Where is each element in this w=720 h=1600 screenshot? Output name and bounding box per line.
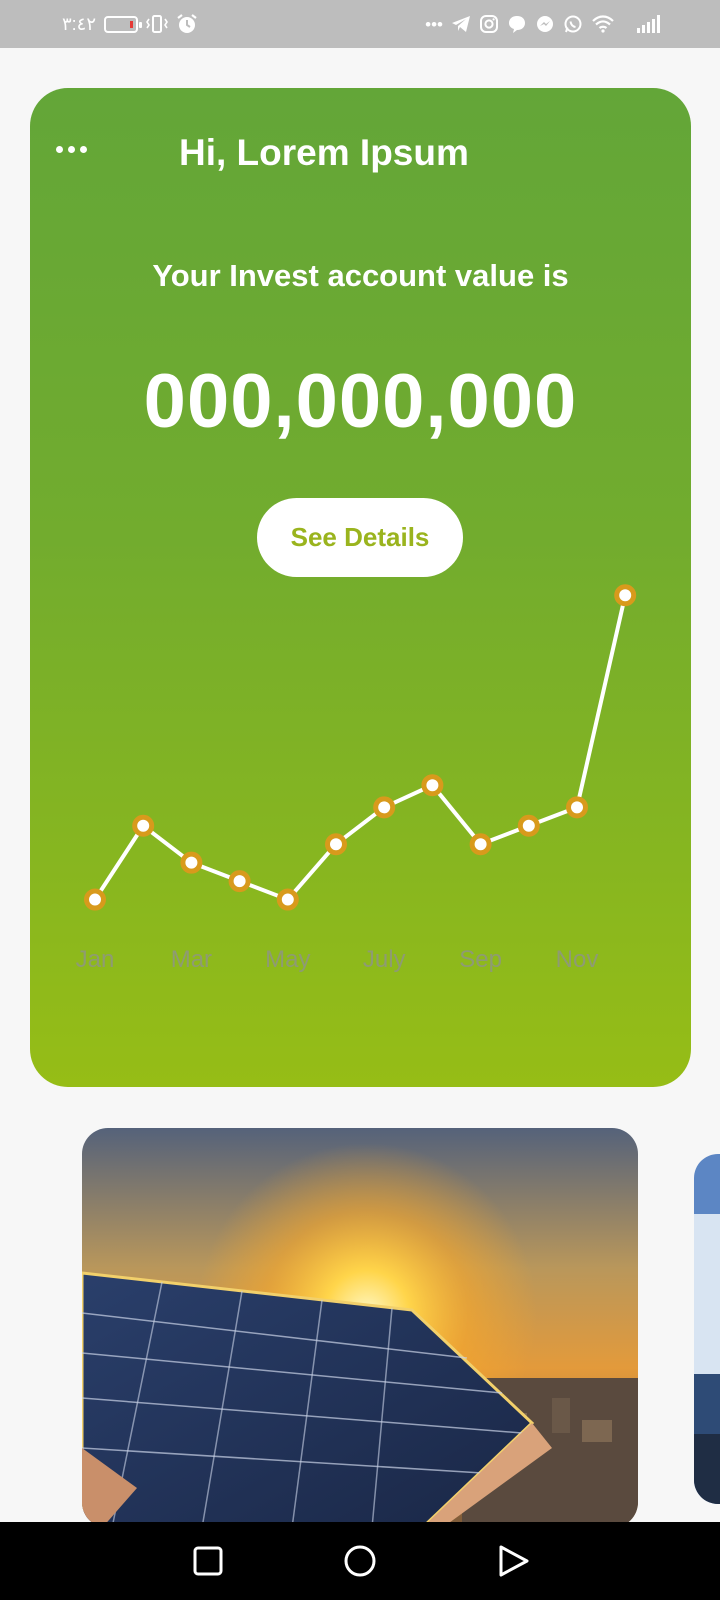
status-right: ••• [425, 14, 660, 34]
more-notifications-icon: ••• [425, 14, 443, 34]
solar-panel-card[interactable] [82, 1128, 638, 1528]
chart-point-apr [228, 870, 251, 893]
x-tick-label: July [363, 946, 406, 973]
back-button[interactable] [496, 1544, 530, 1578]
investment-line-chart: Jan Mar May July Sep Nov [76, 584, 637, 973]
chart-point-sep [469, 833, 492, 856]
chart-series-line [93, 594, 628, 902]
chart-point-jun [325, 833, 347, 856]
home-button[interactable] [343, 1544, 377, 1578]
square-icon [193, 1546, 223, 1576]
x-tick-label: Sep [459, 946, 502, 973]
chart-point-may [276, 888, 299, 911]
chart-point-feb [132, 814, 155, 837]
x-tick-label: Jan [76, 946, 115, 973]
chart-point-nov [566, 796, 588, 819]
chart-point-oct [517, 814, 540, 837]
recent-apps-button[interactable] [191, 1544, 225, 1578]
telegram-icon [451, 15, 471, 33]
status-bar: ٣:٤٢ ••• [0, 0, 720, 48]
battery-icon [104, 15, 143, 33]
next-card-image [694, 1154, 720, 1504]
messenger-icon [535, 14, 555, 34]
navigation-bar [0, 1522, 720, 1600]
status-time: ٣:٤٢ [62, 13, 97, 34]
status-left: ٣:٤٢ [62, 13, 198, 35]
chat-bubble-icon [507, 14, 527, 34]
chart-point-july [373, 796, 396, 819]
invest-summary-card: Hi, Lorem Ipsum Your Invest account valu… [30, 88, 691, 1087]
chart-point-dec [614, 584, 637, 607]
alarm-icon [176, 13, 198, 35]
chart-point-jan [84, 888, 106, 911]
next-carousel-card[interactable] [694, 1154, 720, 1504]
triangle-icon [499, 1545, 529, 1577]
whatsapp-icon [563, 14, 583, 34]
chart-point-mar [180, 851, 203, 874]
chart-point-aug [421, 774, 444, 797]
signal-icon [637, 15, 660, 33]
solar-panel-image [82, 1128, 638, 1528]
x-tick-label: Mar [171, 946, 212, 973]
vibrate-icon [146, 14, 168, 34]
x-tick-label: May [265, 946, 310, 973]
instagram-icon [479, 14, 499, 34]
circle-icon [344, 1545, 376, 1577]
wifi-icon [591, 14, 615, 34]
x-tick-label: Nov [556, 946, 599, 973]
